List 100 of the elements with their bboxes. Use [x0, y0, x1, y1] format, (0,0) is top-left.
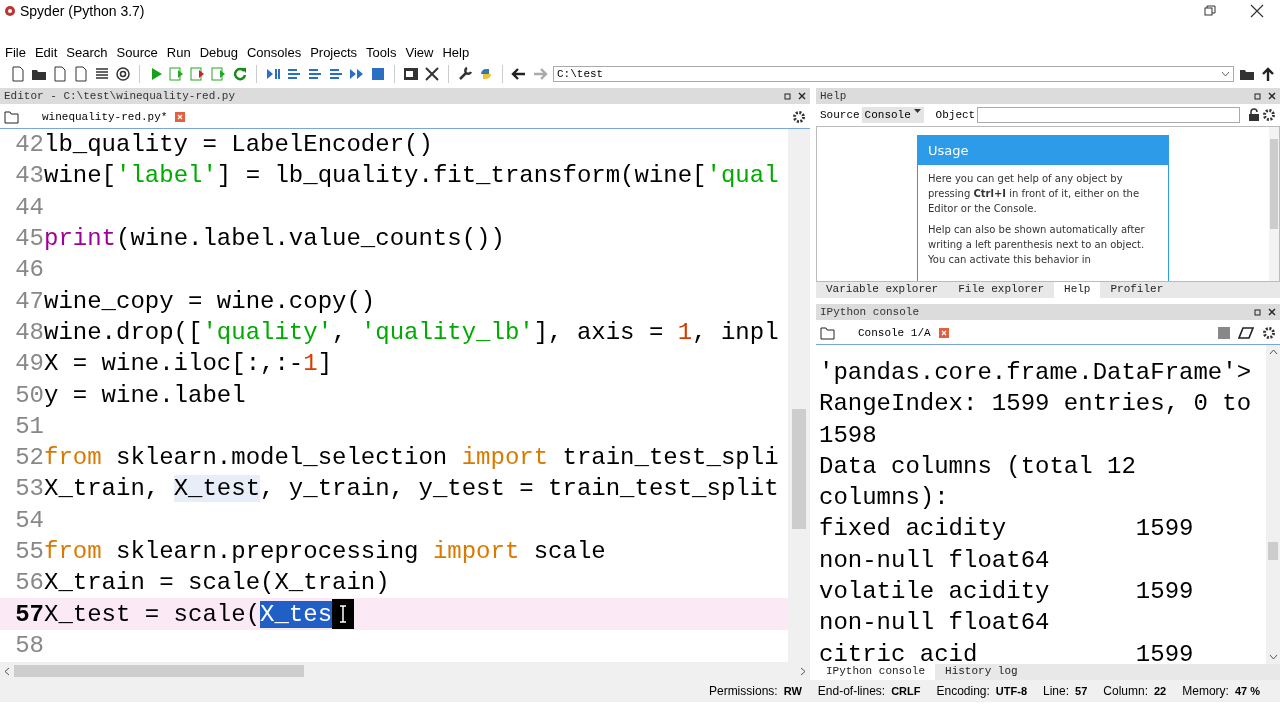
line-number: 55 — [14, 538, 44, 565]
fullscreen-icon[interactable] — [424, 66, 440, 82]
menu-item[interactable]: Tools — [366, 44, 397, 60]
scrollbar-thumb[interactable] — [792, 409, 806, 529]
scrollbar-thumb[interactable] — [14, 665, 304, 677]
pane-tab[interactable]: Variable explorer — [816, 282, 949, 298]
line-number: 58 — [14, 631, 44, 659]
python-icon[interactable] — [478, 66, 494, 82]
menu-item[interactable]: View — [405, 44, 434, 60]
run-selection-icon[interactable] — [211, 66, 227, 82]
menu-item[interactable]: Help — [442, 44, 470, 60]
stop-icon[interactable] — [370, 66, 386, 82]
up-arrow-icon[interactable] — [1260, 66, 1276, 82]
back-arrow-icon[interactable] — [511, 66, 527, 82]
console-output-line: columns): — [819, 483, 950, 514]
code-line: X_train, X_test, y_train, y_test = train_test_split — [44, 475, 779, 503]
code-line: wine.drop(['quality', 'quality_lb'], axis = 1, inpl — [44, 318, 779, 346]
menu-item[interactable]: Edit — [34, 44, 58, 60]
code-line: X_train = scale(X_train) — [44, 569, 390, 597]
status-value: RW — [783, 685, 802, 697]
pane-tab[interactable]: History log — [935, 664, 1028, 680]
line-number: 49 — [14, 350, 44, 378]
new-file-icon[interactable] — [10, 66, 26, 82]
settings-icon[interactable] — [1262, 326, 1276, 340]
status-label: Memory: — [1182, 684, 1229, 698]
console-output-line: non-null float64 — [819, 608, 1051, 639]
menu-item[interactable]: Source — [116, 44, 158, 60]
close-icon[interactable] — [798, 92, 806, 100]
pane-tab[interactable]: Profiler — [1100, 282, 1174, 298]
undock-icon[interactable] — [784, 92, 792, 100]
run-cell-advance-icon[interactable] — [190, 66, 206, 82]
line-number: 46 — [14, 256, 44, 284]
settings-icon[interactable] — [792, 110, 806, 124]
status-value: 57 — [1075, 685, 1088, 697]
status-label: Permissions: — [708, 684, 778, 698]
dropdown-caret-icon[interactable] — [1221, 71, 1230, 77]
scroll-left-icon[interactable] — [4, 666, 10, 676]
line-number: 47 — [14, 287, 44, 315]
browse-tabs-icon[interactable] — [820, 326, 836, 340]
status-label: Encoding: — [936, 684, 990, 698]
close-icon[interactable] — [1268, 92, 1276, 100]
scrollbar-thumb[interactable] — [1268, 542, 1278, 560]
line-number: 50 — [14, 381, 44, 409]
line-number: 42 — [14, 131, 44, 159]
code-line: X_test = scale(X_tes — [44, 600, 333, 628]
dropdown-caret-icon — [913, 109, 921, 113]
object-field[interactable] — [977, 107, 1240, 123]
continue-icon[interactable] — [349, 66, 365, 82]
source-dropdown[interactable]: Console — [861, 107, 924, 123]
menu-item[interactable]: File — [5, 44, 26, 60]
close-icon[interactable] — [1268, 308, 1276, 316]
status-value: CRLF — [891, 685, 921, 697]
console-output-line: non-null float64 — [819, 545, 1051, 576]
menu-item[interactable]: Projects — [310, 44, 358, 60]
card-title: Usage — [918, 136, 1168, 165]
wrench-icon[interactable] — [457, 66, 473, 82]
status-label: Line: — [1043, 684, 1070, 698]
pane-tab[interactable]: Help — [1054, 282, 1101, 298]
rerun-icon[interactable] — [232, 66, 248, 82]
help-paragraph: Here you can get help of any object by pressing Ctrl+I in front of it, either on the Editor or the Console. — [928, 172, 1141, 216]
status-value: 47 % — [1234, 685, 1260, 697]
pane-tab[interactable]: IPython console — [816, 664, 936, 680]
undock-icon[interactable] — [1254, 92, 1262, 100]
object-label: Object — [935, 109, 976, 121]
source-label: Source — [820, 109, 860, 121]
window-title: Spyder (Python 3.7) — [20, 3, 145, 19]
scroll-up-icon[interactable] — [1268, 349, 1278, 355]
maximize-pane-icon[interactable] — [403, 66, 419, 82]
scrollbar-thumb[interactable] — [1270, 139, 1278, 229]
eraser-icon[interactable] — [1238, 327, 1254, 339]
step-into-icon[interactable] — [307, 66, 323, 82]
scroll-down-icon[interactable] — [1268, 654, 1278, 660]
menu-item[interactable]: Run — [166, 44, 191, 60]
line-number: 43 — [14, 162, 44, 190]
pane-title: IPython console — [820, 306, 920, 318]
app-logo-icon — [4, 5, 16, 17]
path-field[interactable]: C:\test — [553, 66, 1234, 82]
settings-icon[interactable] — [1262, 108, 1276, 122]
close-tab-icon[interactable] — [938, 328, 949, 338]
restore-icon[interactable] — [1204, 5, 1216, 17]
lock-icon[interactable] — [1248, 108, 1260, 122]
close-tab-icon[interactable] — [175, 112, 186, 122]
menu-item[interactable]: Search — [66, 44, 108, 60]
undock-icon[interactable] — [1254, 308, 1262, 316]
pane-tab[interactable]: File explorer — [948, 282, 1055, 298]
console-output-line: citric acid 1599 — [819, 639, 1195, 664]
scroll-right-icon[interactable] — [800, 666, 806, 676]
debug-icon[interactable] — [265, 66, 281, 82]
status-label: Column: — [1103, 684, 1148, 698]
step-return-icon[interactable] — [328, 66, 344, 82]
code-line: X = wine.iloc[:,:-1] — [44, 350, 333, 378]
step-icon[interactable] — [286, 66, 302, 82]
browse-tabs-icon[interactable] — [4, 110, 20, 124]
close-icon[interactable] — [1250, 4, 1264, 18]
line-number: 51 — [14, 412, 44, 440]
run-cell-icon[interactable] — [169, 66, 185, 82]
status-value: 22 — [1154, 685, 1167, 697]
menu-item[interactable]: Consoles — [246, 44, 302, 60]
list-icon[interactable] — [94, 66, 110, 82]
menu-item[interactable]: Debug — [199, 44, 238, 60]
